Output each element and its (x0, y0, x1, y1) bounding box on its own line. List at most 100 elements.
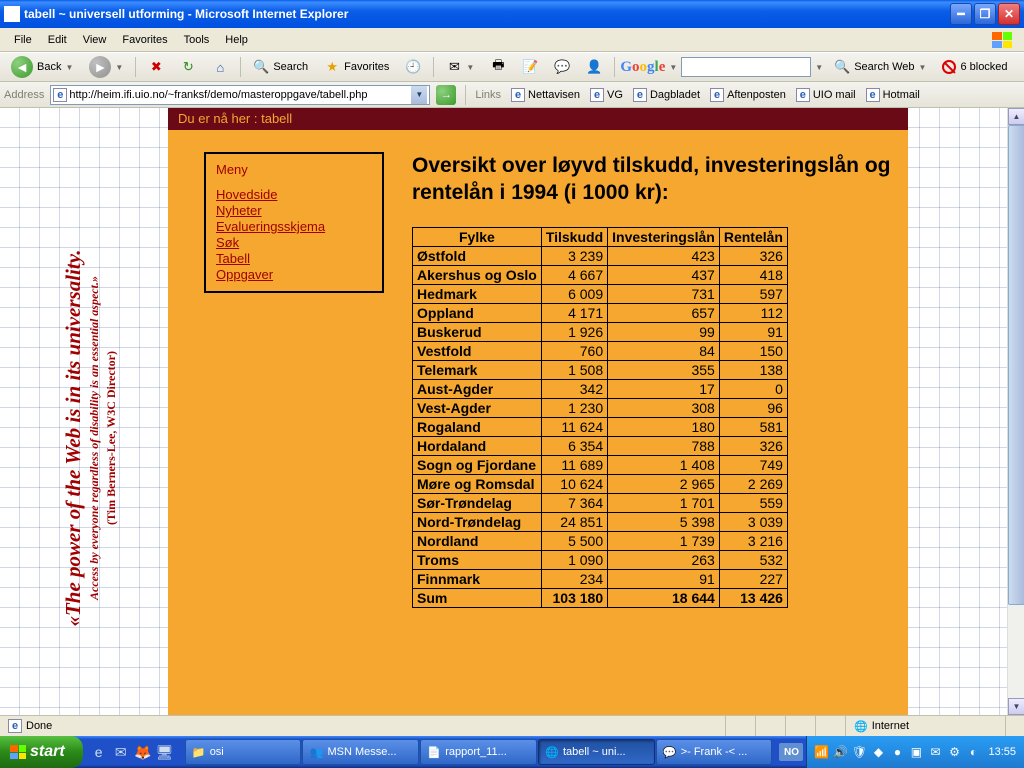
stop-button[interactable]: ✖ (141, 56, 171, 78)
google-search-input[interactable] (681, 57, 811, 77)
link-icon: e (590, 88, 604, 102)
vertical-scrollbar[interactable]: ▲ ▼ (1007, 108, 1024, 715)
minimize-button[interactable]: ━ (950, 3, 972, 25)
menu-tools[interactable]: Tools (176, 31, 218, 49)
favorite-link[interactable]: eHotmail (862, 88, 924, 102)
tray-app3-icon[interactable]: ▣ (908, 744, 924, 760)
popup-blocked-button[interactable]: 6 blocked (935, 56, 1014, 78)
history-button[interactable]: 🕘 (398, 56, 428, 78)
window-titlebar: tabell ~ universell utforming - Microsof… (0, 0, 1024, 28)
row-value: 1 408 (608, 455, 720, 474)
taskbar-app-button[interactable]: 📁osi (185, 739, 302, 765)
table-row: Finnmark23491227 (413, 569, 788, 588)
go-button[interactable]: → (436, 85, 456, 105)
address-dropdown[interactable]: ▼ (411, 86, 427, 104)
tray-volume-icon[interactable]: 🔊 (832, 744, 848, 760)
start-button[interactable]: start (0, 736, 83, 768)
tray-app6-icon[interactable]: ◐ (965, 744, 981, 760)
menu-edit[interactable]: Edit (40, 31, 75, 49)
nav-link[interactable]: Oppgaver (216, 267, 372, 282)
tray-network-icon[interactable]: 📶 (813, 744, 829, 760)
table-row: Telemark1 508355138 (413, 360, 788, 379)
link-icon: e (866, 88, 880, 102)
tray-app1-icon[interactable]: ◆ (870, 744, 886, 760)
row-value: 150 (719, 341, 787, 360)
clock[interactable]: 13:55 (984, 746, 1016, 758)
tray-shield-icon[interactable]: 🛡 (851, 744, 867, 760)
row-value: 0 (719, 379, 787, 398)
taskbar-app-button[interactable]: 🌐tabell ~ uni... (538, 739, 655, 765)
favorite-link[interactable]: eNettavisen (507, 88, 584, 102)
back-icon: ◄ (11, 56, 33, 78)
row-value: 103 180 (541, 588, 607, 607)
nav-link[interactable]: Hovedside (216, 187, 372, 202)
favorite-link[interactable]: eVG (586, 88, 627, 102)
nav-link[interactable]: Søk (216, 235, 372, 250)
statusbar: eDone 🌐Internet (0, 715, 1024, 736)
nav-link[interactable]: Evalueringsskjema (216, 219, 372, 234)
close-button[interactable]: ✕ (998, 3, 1020, 25)
row-value: 263 (608, 550, 720, 569)
messenger-button[interactable]: 👤 (579, 56, 609, 78)
taskbar-app-button[interactable]: 💬>- Frank -< ... (656, 739, 773, 765)
home-button[interactable]: ⌂ (205, 56, 235, 78)
page-icon: e (53, 88, 67, 102)
favorite-link[interactable]: eDagbladet (629, 88, 704, 102)
ql-outlook-icon[interactable]: ✉ (111, 740, 131, 764)
row-value: 138 (719, 360, 787, 379)
favorite-link[interactable]: eAftenposten (706, 88, 790, 102)
table-header: Investeringslån (608, 227, 720, 246)
tray-app2-icon[interactable]: ● (889, 744, 905, 760)
scroll-thumb[interactable] (1008, 125, 1024, 605)
search-web-button[interactable]: 🔍Search Web▼ (827, 56, 933, 78)
ql-ie-icon[interactable]: e (89, 740, 109, 764)
tray-app4-icon[interactable]: ✉ (927, 744, 943, 760)
address-field-wrap: e ▼ (50, 85, 430, 105)
link-icon: e (511, 88, 525, 102)
menu-help[interactable]: Help (217, 31, 256, 49)
menu-favorites[interactable]: Favorites (114, 31, 175, 49)
row-value: 99 (608, 322, 720, 341)
taskbar: start e ✉ 🦊 🖥 📁osi👥MSN Messe...📄rapport_… (0, 736, 1024, 768)
favorite-link[interactable]: eUIO mail (792, 88, 860, 102)
taskbar-app-button[interactable]: 📄rapport_11... (420, 739, 537, 765)
nav-link[interactable]: Nyheter (216, 203, 372, 218)
row-value: 91 (608, 569, 720, 588)
print-button[interactable]: 🖶 (483, 56, 513, 78)
maximize-button[interactable]: ❐ (974, 3, 996, 25)
menu-view[interactable]: View (75, 31, 115, 49)
row-value: 1 090 (541, 550, 607, 569)
back-button[interactable]: ◄ Back ▼ (4, 56, 80, 78)
ql-firefox-icon[interactable]: 🦊 (133, 740, 153, 764)
favorites-button[interactable]: ★Favorites (317, 56, 396, 78)
address-toolbar: Address e ▼ → Links eNettaviseneVGeDagbl… (0, 82, 1024, 108)
row-label: Sør-Trøndelag (413, 493, 542, 512)
tray-app5-icon[interactable]: ⚙ (946, 744, 962, 760)
edit-button[interactable]: 📝 (515, 56, 545, 78)
row-label: Sum (413, 588, 542, 607)
menu-file[interactable]: File (6, 31, 40, 49)
address-input[interactable] (67, 89, 411, 101)
taskbar-app-button[interactable]: 👥MSN Messe... (302, 739, 419, 765)
row-label: Buskerud (413, 322, 542, 341)
ql-desktop-icon[interactable]: 🖥 (155, 740, 175, 764)
mail-icon: ✉ (446, 59, 462, 75)
row-value: 5 500 (541, 531, 607, 550)
row-value: 180 (608, 417, 720, 436)
row-value: 24 851 (541, 512, 607, 531)
messenger-icon: 👤 (586, 59, 602, 75)
refresh-icon: ↻ (180, 59, 196, 75)
scroll-up-button[interactable]: ▲ (1008, 108, 1024, 125)
refresh-button[interactable]: ↻ (173, 56, 203, 78)
table-row: Vestfold76084150 (413, 341, 788, 360)
table-row: Rogaland11 624180581 (413, 417, 788, 436)
mail-button[interactable]: ✉▼ (439, 56, 481, 78)
discuss-button[interactable]: 💬 (547, 56, 577, 78)
search-button[interactable]: 🔍Search (246, 56, 315, 78)
scroll-down-button[interactable]: ▼ (1008, 698, 1024, 715)
table-row: Oppland4 171657112 (413, 303, 788, 322)
row-value: 6 354 (541, 436, 607, 455)
language-indicator[interactable]: NO (779, 743, 803, 761)
nav-link[interactable]: Tabell (216, 251, 372, 266)
forward-button[interactable]: ► ▼ (82, 56, 130, 78)
